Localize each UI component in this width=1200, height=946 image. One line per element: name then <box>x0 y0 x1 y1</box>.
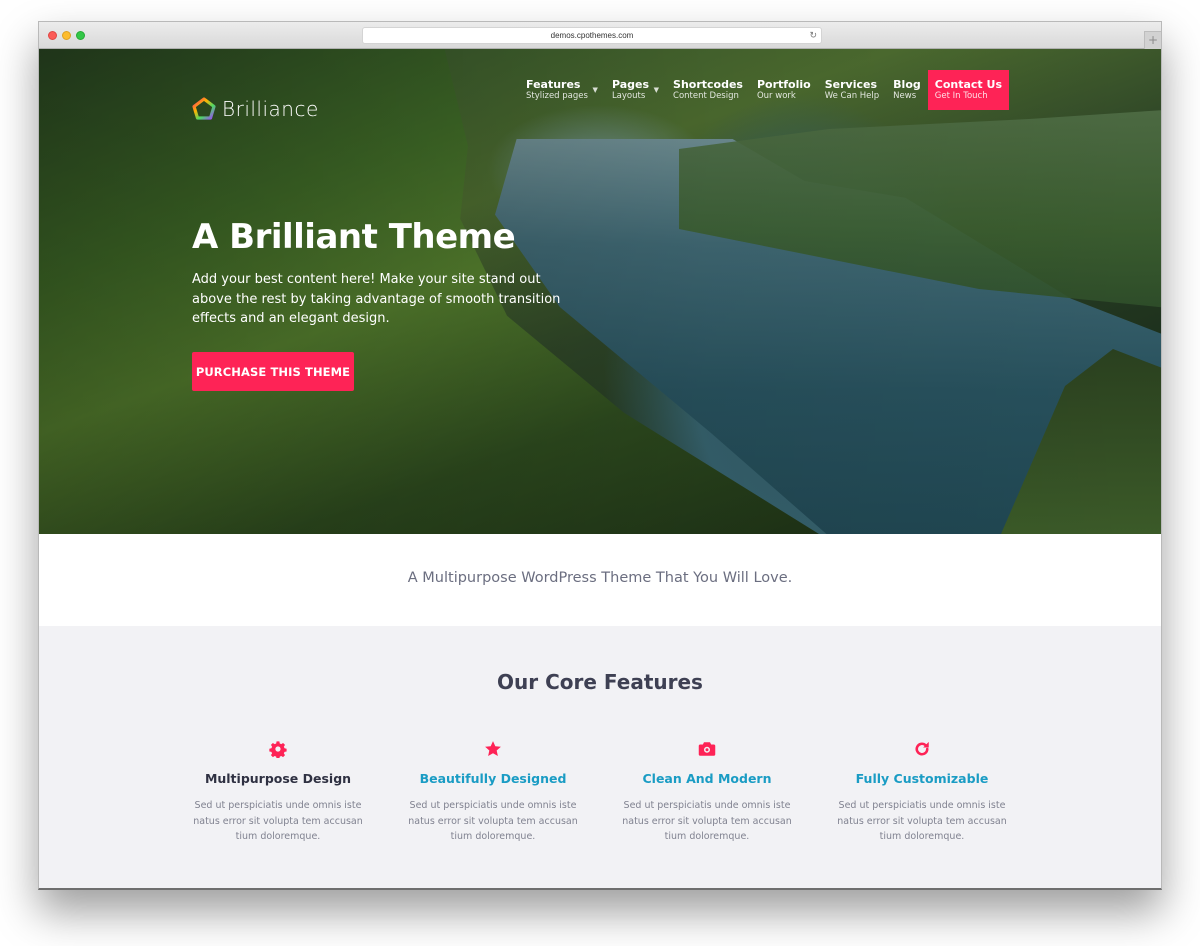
features-section: Our Core Features Multipurpose Design Se… <box>39 626 1161 888</box>
tagline-section: A Multipurpose WordPress Theme That You … <box>39 534 1161 626</box>
main-nav: Features Stylized pages ▼ Pages Layouts … <box>519 70 1009 110</box>
gear-icon <box>269 741 287 758</box>
purchase-theme-button[interactable]: PURCHASE THIS THEME <box>192 352 354 391</box>
nav-item-title: Blog <box>893 78 921 91</box>
nav-item-subtitle: News <box>893 91 917 101</box>
dropdown-caret-icon: ▼ <box>653 86 660 94</box>
new-tab-button[interactable]: + <box>1144 31 1161 49</box>
nav-item-shortcodes[interactable]: Shortcodes Content Design <box>666 70 750 108</box>
nav-item-subtitle: Layouts <box>611 91 646 101</box>
nav-item-subtitle: We Can Help <box>824 91 880 101</box>
hero-title: A Brilliant Theme <box>192 217 516 257</box>
reload-icon[interactable]: ↻ <box>809 28 817 43</box>
nav-item-title: Shortcodes <box>673 78 743 91</box>
refresh-icon <box>915 741 929 756</box>
dropdown-caret-icon: ▼ <box>592 86 598 94</box>
hero-section: Brilliance Features Stylized pages ▼ Pag… <box>39 49 1161 534</box>
feature-description: Sed ut perspiciatis unde omnis iste natu… <box>622 800 792 842</box>
nav-item-subtitle: Our work <box>756 91 796 101</box>
browser-toolbar: demos.cpothemes.com ↻ + <box>39 22 1161 49</box>
feature-title: Clean And Modern <box>642 771 772 786</box>
nav-item-title: Pages <box>611 78 650 91</box>
site-logo[interactable]: Brilliance <box>192 97 319 121</box>
nav-item-subtitle: Stylized pages <box>526 91 588 101</box>
minimize-window-button[interactable] <box>62 31 71 40</box>
tagline-text: A Multipurpose WordPress Theme That You … <box>407 570 793 586</box>
browser-window: demos.cpothemes.com ↻ + Brilliance Featu… <box>38 21 1162 890</box>
feature-description: Sed ut perspiciatis unde omnis iste natu… <box>837 800 1007 842</box>
logo-text: Brilliance <box>222 97 319 121</box>
close-window-button[interactable] <box>48 31 57 40</box>
nav-item-subtitle: Content Design <box>673 91 739 101</box>
nav-item-pages[interactable]: Pages Layouts ▼ <box>605 70 660 108</box>
camera-icon <box>698 742 716 756</box>
nav-item-blog[interactable]: Blog News <box>886 70 928 108</box>
nav-item-features[interactable]: Features Stylized pages ▼ <box>519 70 598 108</box>
nav-item-title: Services <box>824 78 877 91</box>
nav-item-title: Contact Us <box>934 78 1002 91</box>
feature-card: Beautifully Designed Sed ut perspiciatis… <box>393 740 593 845</box>
feature-card: Fully Customizable Sed ut perspiciatis u… <box>822 740 1022 845</box>
pentagon-logo-icon <box>192 97 216 120</box>
address-bar[interactable]: demos.cpothemes.com ↻ <box>362 27 822 44</box>
feature-title: Multipurpose Design <box>204 771 352 786</box>
address-bar-url: demos.cpothemes.com <box>550 31 634 40</box>
feature-description: Sed ut perspiciatis unde omnis iste natu… <box>408 800 578 842</box>
feature-card: Multipurpose Design Sed ut perspiciatis … <box>178 740 378 845</box>
nav-item-title: Portfolio <box>756 78 811 91</box>
feature-card: Clean And Modern Sed ut perspiciatis und… <box>607 740 807 845</box>
nav-item-contact[interactable]: Contact Us Get In Touch <box>927 70 1009 110</box>
features-heading: Our Core Features <box>497 670 703 694</box>
feature-description: Sed ut perspiciatis unde omnis iste natu… <box>193 800 363 842</box>
feature-title: Fully Customizable <box>855 771 989 786</box>
hero-description: Add your best content here! Make your si… <box>192 272 561 326</box>
feature-title: Beautifully Designed <box>419 771 567 786</box>
nav-item-subtitle: Get In Touch <box>934 91 988 101</box>
nav-item-services[interactable]: Services We Can Help <box>818 70 886 108</box>
zoom-window-button[interactable] <box>76 31 85 40</box>
nav-item-portfolio[interactable]: Portfolio Our work <box>750 70 818 108</box>
nav-item-title: Features <box>526 78 581 91</box>
star-icon <box>485 741 501 757</box>
